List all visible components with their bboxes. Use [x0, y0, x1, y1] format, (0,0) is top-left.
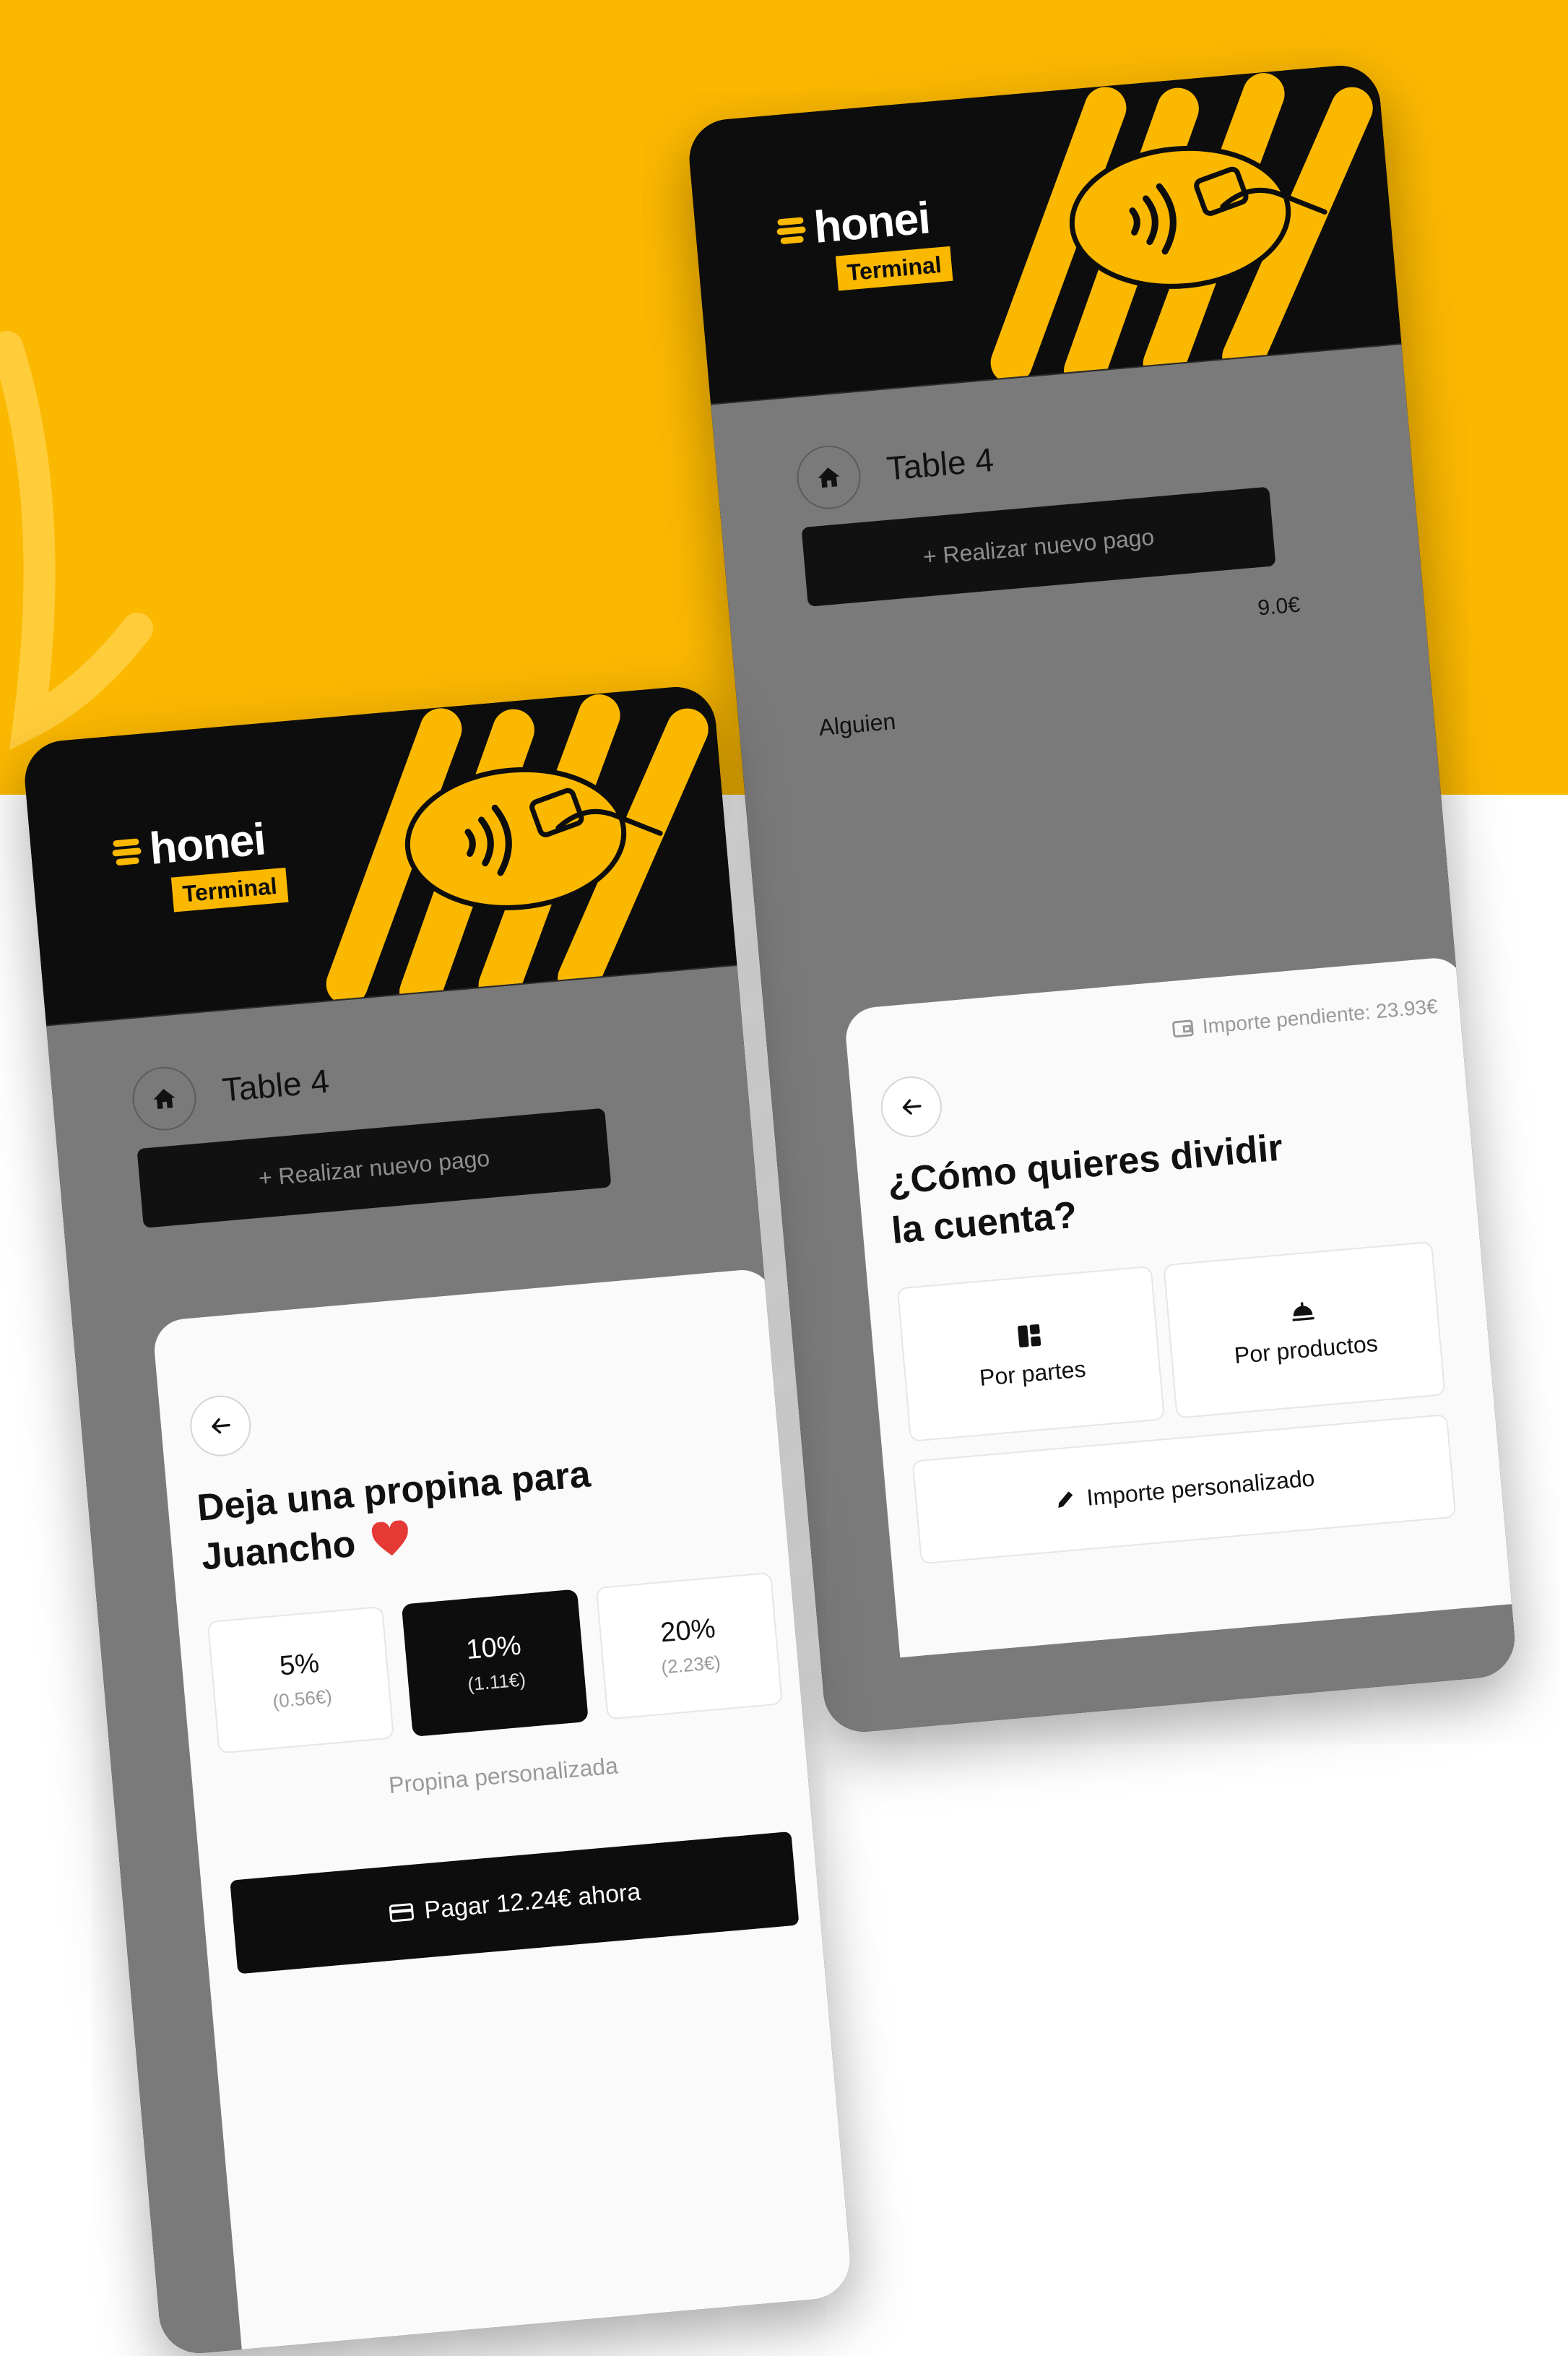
food-cloche-icon — [1292, 1301, 1314, 1321]
honei-logo: honei Terminal — [774, 193, 953, 295]
custom-amount-option[interactable]: Importe personalizado — [911, 1413, 1457, 1565]
tip-amount: (1.11€) — [467, 1668, 527, 1696]
table-title: Table 4 — [220, 1061, 331, 1109]
home-button[interactable] — [794, 442, 864, 512]
honei-mark-icon — [112, 838, 142, 866]
new-payment-button[interactable]: + Realizar nuevo pago — [137, 1108, 612, 1228]
table-screen-overlay: Table 4 + Realizar nuevo pago Deja una p… — [46, 965, 854, 2356]
brand-name: honei — [812, 193, 932, 253]
payment-amount: 9.0€ — [1257, 592, 1301, 621]
split-by-products-label: Por productos — [1233, 1329, 1379, 1368]
tip-option-20[interactable]: 20% (2.23€) — [595, 1571, 783, 1720]
pending-amount: Importe pendiente: 23.93€ — [1170, 994, 1439, 1042]
pending-amount-label: Importe pendiente: 23.93€ — [1201, 995, 1439, 1038]
table-title: Table 4 — [885, 440, 995, 488]
tip-option-10[interactable]: 10% (1.11€) — [401, 1589, 589, 1738]
split-bill-sheet: Importe pendiente: 23.93€ ¿Cómo quieres … — [843, 955, 1518, 1658]
tip-percent: 10% — [464, 1630, 523, 1666]
split-by-parts-label: Por partes — [978, 1355, 1087, 1391]
back-button[interactable] — [187, 1393, 254, 1459]
credit-card-icon — [389, 1903, 414, 1923]
pay-button[interactable]: Pagar 12.24€ ahora — [230, 1831, 800, 1975]
split-by-products-option[interactable]: Por productos — [1163, 1240, 1446, 1419]
home-button[interactable] — [129, 1063, 199, 1134]
brand-name: honei — [147, 814, 268, 874]
contactless-hero-illustration — [990, 73, 1373, 380]
tip-recipient-name: Juancho — [199, 1522, 358, 1579]
arrow-left-icon — [212, 1418, 230, 1434]
split-question-title: ¿Cómo quieres dividir la cuenta? — [885, 1124, 1289, 1256]
tip-amount: (2.23€) — [660, 1651, 722, 1678]
table-screen-overlay: Table 4 + Realizar nuevo pago 9.0€ Algui… — [711, 344, 1518, 1735]
tip-percent: 20% — [659, 1613, 717, 1649]
pay-button-label: Pagar 12.24€ ahora — [423, 1877, 642, 1924]
phone-tip: honei Terminal Table 4 + Realizar nuevo … — [22, 683, 854, 2356]
tip-title: Deja una propina para Juancho — [195, 1450, 597, 1582]
wallet-icon — [1172, 1019, 1194, 1037]
tip-percent: 5% — [278, 1648, 321, 1682]
new-payment-button[interactable]: + Realizar nuevo pago — [801, 486, 1276, 607]
grid-icon — [1018, 1324, 1041, 1347]
tip-sheet: Deja una propina para Juancho 5% (0.56€)… — [152, 1267, 854, 2356]
honei-logo: honei Terminal — [109, 814, 289, 917]
pencil-icon — [1058, 1491, 1073, 1509]
tip-option-5[interactable]: 5% (0.56€) — [207, 1605, 394, 1754]
terminal-badge: Terminal — [835, 246, 953, 291]
payer-name: Alguien — [818, 707, 897, 741]
contactless-hero-illustration — [326, 694, 709, 1001]
home-icon — [153, 1089, 176, 1110]
back-button[interactable] — [878, 1074, 945, 1140]
custom-amount-label: Importe personalizado — [1086, 1464, 1316, 1511]
home-icon — [818, 467, 840, 488]
tip-amount: (0.56€) — [272, 1685, 333, 1712]
honei-mark-icon — [776, 217, 806, 244]
heart-icon — [372, 1519, 408, 1555]
split-by-parts-option[interactable]: Por partes — [896, 1265, 1165, 1442]
phone-split-bill: honei Terminal Table 4 + Realizar nuevo … — [686, 62, 1518, 1735]
terminal-badge: Terminal — [170, 867, 289, 912]
arrow-left-icon — [902, 1099, 922, 1115]
